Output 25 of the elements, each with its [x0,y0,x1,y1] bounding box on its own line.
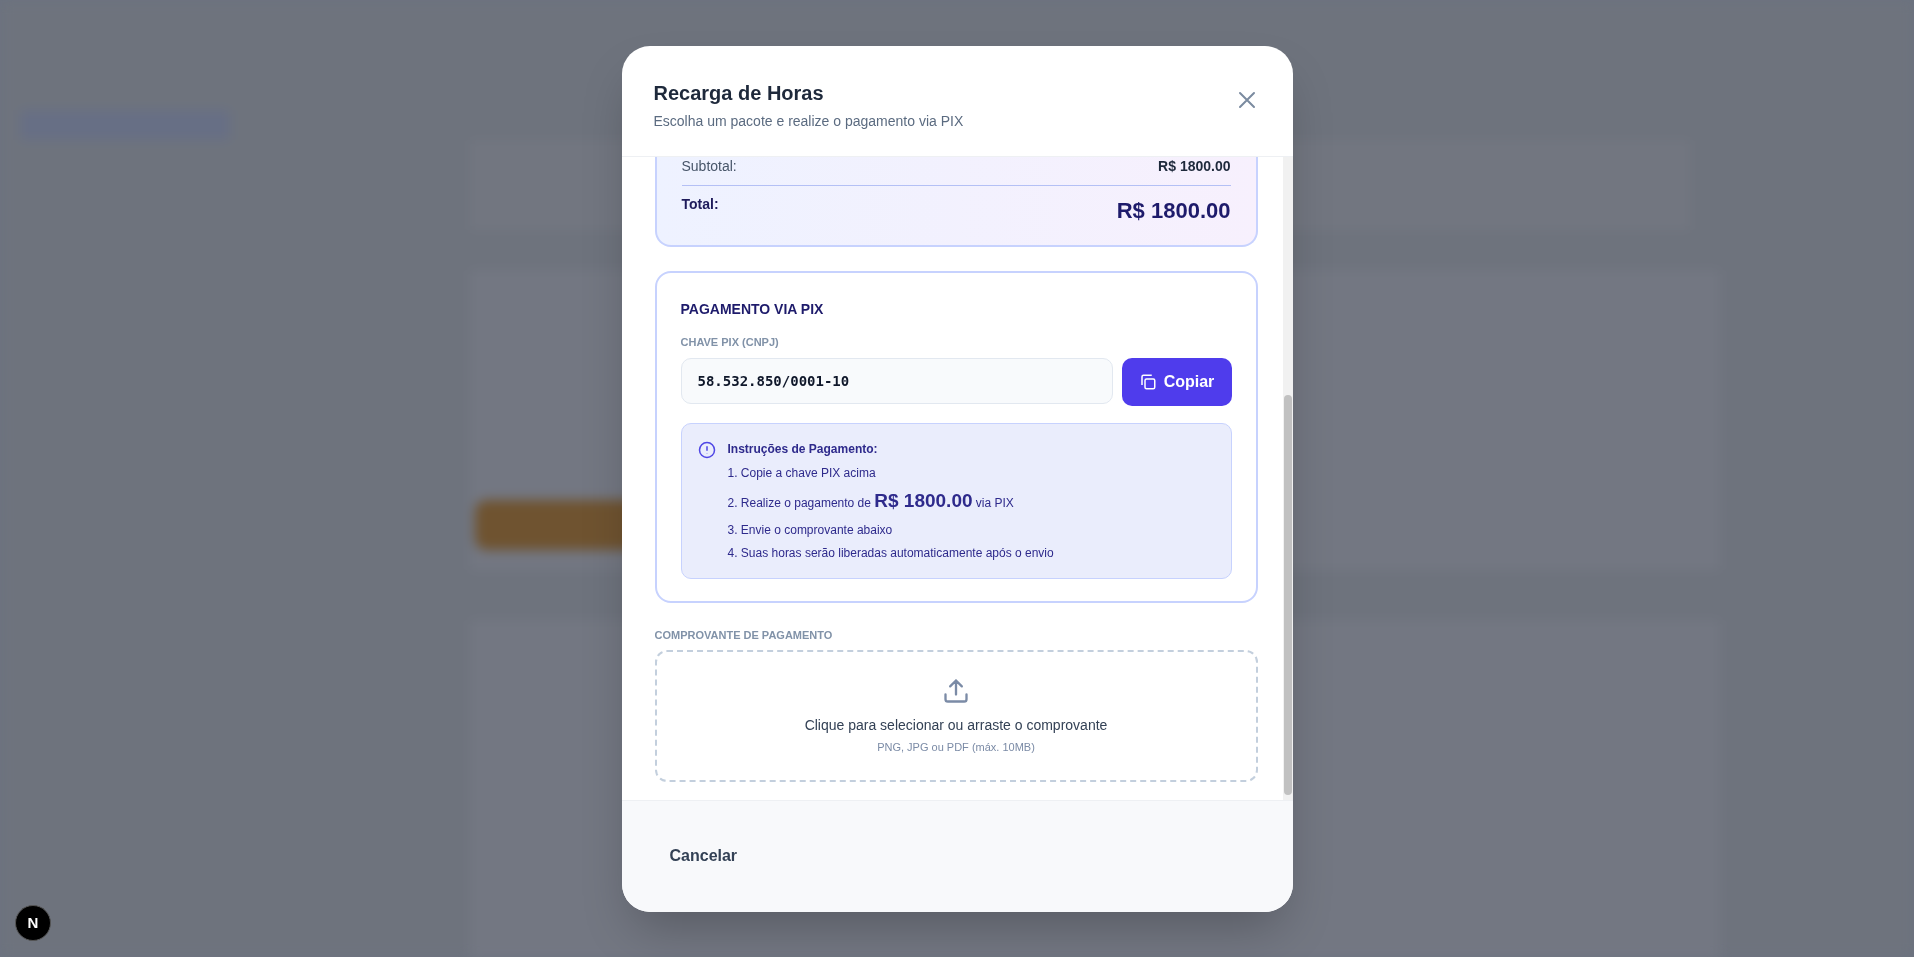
copy-icon [1138,373,1157,391]
subtotal-value: R$ 1800.00 [1158,157,1231,176]
instruction-step: 2. Realize o pagamento de R$ 1800.00 via PIX [727,487,1054,516]
upload-dropzone[interactable]: Clique para selecionar ou arraste o comprovante PNG, JPG ou PDF (máx. 10MB) [654,650,1258,782]
subtotal-label: Subtotal: [681,157,737,176]
dialog-title: Recarga de Horas [653,80,825,106]
instruction-step: 3. Envie o comprovante abaixo [727,520,1054,539]
info-icon [697,441,716,459]
instruction-step: 4. Suas horas serão liberadas automaticamente após o envio [727,543,1054,562]
scrollbar-thumb[interactable] [1283,394,1292,795]
copy-button[interactable]: Copiar [1121,358,1232,406]
upload-prompt: Clique para selecionar ou arraste o comprovante [804,715,1108,735]
cancel-button[interactable]: Cancelar [643,836,764,876]
pix-key-label: CHAVE PIX (CNPJ) [680,334,780,350]
pix-title: PAGAMENTO VIA PIX [680,299,825,319]
close-icon[interactable] [1236,89,1257,110]
upload-icon [942,676,970,705]
upload-label: COMPROVANTE DE PAGAMENTO [654,627,834,643]
pix-key-field[interactable]: 58.532.850/0001-10 [680,358,1113,404]
upload-hint: PNG, JPG ou PDF (máx. 10MB) [877,739,1035,755]
instructions-title: Instruções de Pagamento: [727,441,879,458]
dialog-subtitle: Escolha um pacote e realize o pagamento via PIX [653,111,964,131]
total-label: Total: [681,194,719,214]
total-value: R$ 1800.00 [1116,196,1231,225]
instruction-step: 1. Copie a chave PIX acima [727,464,1054,482]
